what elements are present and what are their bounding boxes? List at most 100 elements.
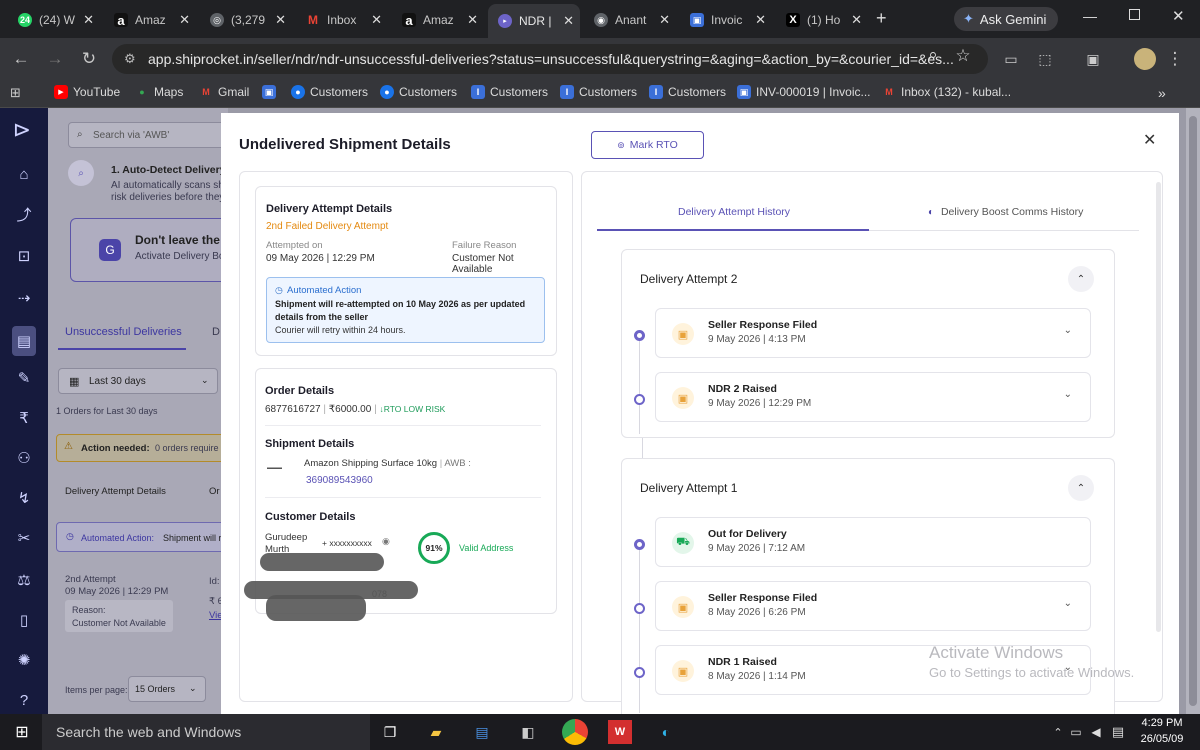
ask-gemini-button[interactable]: ✦ Ask Gemini xyxy=(954,7,1058,31)
scrollbar-thumb[interactable] xyxy=(1189,116,1197,706)
bookmark-invoice[interactable]: ▣ xyxy=(262,85,281,99)
home-icon[interactable]: ⌂ xyxy=(14,164,34,184)
bookmark-invoice[interactable]: ▣ INV-000019 | Invoic... xyxy=(737,85,871,99)
date-filter-dropdown[interactable]: ▦ Last 30 days ⌄ xyxy=(58,368,218,394)
tab-unsuccessful-deliveries[interactable]: Unsuccessful Deliveries xyxy=(65,326,182,338)
close-tab-icon[interactable]: ✕ xyxy=(851,12,862,28)
reload-icon[interactable]: ↻ xyxy=(78,48,100,70)
weight-icon[interactable]: ⚖ xyxy=(14,570,34,590)
extension-icon[interactable]: ▭ xyxy=(1000,48,1022,70)
chevron-down-icon[interactable]: ⌄ xyxy=(1064,389,1072,400)
forward-icon[interactable]: → xyxy=(44,48,66,70)
app-icon[interactable]: ▤ xyxy=(470,720,494,744)
maximize-icon[interactable] xyxy=(1129,9,1140,20)
app-icon[interactable]: ◧ xyxy=(516,720,540,744)
close-tab-icon[interactable]: ✕ xyxy=(371,12,382,28)
browser-tab[interactable]: ▣ Invoic ✕ xyxy=(680,6,772,34)
users-icon[interactable]: ⚇ xyxy=(14,448,34,468)
volume-icon[interactable]: ◀ xyxy=(1084,720,1108,744)
billing-icon[interactable]: ₹ xyxy=(14,408,34,428)
close-tab-icon[interactable]: ✕ xyxy=(275,12,286,28)
attempt-event[interactable]: ▣ Seller Response Filed 9 May 2026 | 4:1… xyxy=(655,308,1091,358)
ndr-icon[interactable]: ▤ xyxy=(12,326,36,356)
attempt-event[interactable]: ▣ Seller Response Filed 8 May 2026 | 6:2… xyxy=(655,581,1091,631)
close-modal-icon[interactable]: ✕ xyxy=(1143,130,1156,150)
close-tab-icon[interactable]: ✕ xyxy=(179,12,190,28)
help-icon[interactable]: ? xyxy=(14,690,34,710)
close-tab-icon[interactable]: ✕ xyxy=(467,12,478,28)
bookmark-inbox[interactable]: M Inbox (132) - kubal... xyxy=(882,85,1011,99)
bookmark-customers[interactable]: I Customers xyxy=(560,85,637,99)
bookmark-star-icon[interactable]: ☆ xyxy=(952,45,974,67)
browser-tab[interactable]: ◎ (3,279 ✕ xyxy=(200,6,292,34)
analytics-icon[interactable]: ⤴ xyxy=(14,204,34,224)
close-tab-icon[interactable]: ✕ xyxy=(755,12,766,28)
side-panel-icon[interactable]: ▣ xyxy=(1082,48,1104,70)
browser-tab[interactable]: a Amaz ✕ xyxy=(104,6,196,34)
browser-tab[interactable]: ◉ Anant ✕ xyxy=(584,6,676,34)
file-explorer-icon[interactable]: ▰ xyxy=(424,720,448,744)
clock-time[interactable]: 4:29 PM xyxy=(1136,717,1188,729)
scrollbar[interactable] xyxy=(1156,182,1161,632)
awb-link[interactable]: 369089543960 xyxy=(306,475,373,486)
browser-tab-active[interactable]: ▸ NDR | ✕ xyxy=(488,4,580,38)
shiprocket-logo-icon[interactable]: ⊳ xyxy=(12,117,32,142)
close-window-icon[interactable]: ✕ xyxy=(1172,7,1185,25)
page-scrollbar[interactable] xyxy=(1186,108,1200,714)
more-bookmarks-icon[interactable]: » xyxy=(1158,85,1166,101)
bookmark-customers[interactable]: ● Customers xyxy=(291,85,368,99)
bookmark-customers[interactable]: I Customers xyxy=(471,85,548,99)
windows-start-icon[interactable]: ⊞ xyxy=(10,720,34,744)
browser-tab[interactable]: 24 (24) W ✕ xyxy=(8,6,100,34)
bookmark-maps[interactable]: ● Maps xyxy=(135,85,183,99)
task-view-icon[interactable]: ❐ xyxy=(378,720,402,744)
tab-next[interactable]: D xyxy=(212,326,220,338)
url-field[interactable]: ⚙ app.shiprocket.in/seller/ndr/ndr-unsuc… xyxy=(112,44,988,74)
mark-rto-button[interactable]: ⊚ Mark RTO xyxy=(591,131,704,159)
wps-icon[interactable]: W xyxy=(608,720,632,744)
taskbar-search[interactable]: Search the web and Windows xyxy=(42,714,370,750)
browser-tab[interactable]: X (1) Ho ✕ xyxy=(776,6,868,34)
chrome-icon[interactable] xyxy=(562,719,588,745)
bookmark-youtube[interactable]: ▶ YouTube xyxy=(54,85,120,99)
new-tab-icon[interactable]: + xyxy=(876,8,887,29)
search-input[interactable]: ⌕ Search via 'AWB' xyxy=(68,122,228,148)
returns-icon[interactable]: ↯ xyxy=(14,488,34,508)
tools-icon[interactable]: ✎ xyxy=(14,368,34,388)
notifications-icon[interactable]: ▤ xyxy=(1106,720,1130,744)
back-icon[interactable]: ← xyxy=(10,48,32,70)
delivery-boost-banner[interactable]: G Don't leave the r Activate Delivery Bo xyxy=(70,218,240,282)
documents-icon[interactable]: ▯ xyxy=(14,610,34,630)
shipments-icon[interactable]: ⇢ xyxy=(14,288,34,308)
edge-icon[interactable]: ◐ xyxy=(654,720,678,744)
chevron-down-icon[interactable]: ⌄ xyxy=(1064,325,1072,336)
eye-icon[interactable]: ◉ xyxy=(382,536,390,547)
bookmark-gmail[interactable]: M Gmail xyxy=(199,85,249,99)
settings-icon[interactable]: ✺ xyxy=(14,650,34,670)
attempt-event[interactable]: ⛟ Out for Delivery 9 May 2026 | 7:12 AM xyxy=(655,517,1091,567)
puzzle-icon[interactable]: ⬚ xyxy=(1034,48,1056,70)
avatar[interactable] xyxy=(1134,48,1156,70)
site-settings-icon[interactable]: ⚙ xyxy=(124,51,136,67)
browser-tab[interactable]: a Amaz ✕ xyxy=(392,6,484,34)
chevron-down-icon[interactable]: ⌄ xyxy=(1064,598,1072,609)
minimize-icon[interactable]: — xyxy=(1083,8,1097,24)
items-per-page-select[interactable]: 15 Orders ⌄ xyxy=(128,676,206,702)
clock-date[interactable]: 26/05/09 xyxy=(1136,733,1188,745)
settings-tools-icon[interactable]: ✂ xyxy=(14,528,34,548)
collapse-chevron-up-icon[interactable]: ⌃ xyxy=(1068,475,1094,501)
zoom-icon[interactable]: ⌕ xyxy=(922,44,944,66)
cart-icon[interactable]: ⊡ xyxy=(14,246,34,266)
browser-tab[interactable]: M Inbox ✕ xyxy=(296,6,388,34)
bookmark-customers[interactable]: I Customers xyxy=(649,85,726,99)
menu-icon[interactable]: ⋮ xyxy=(1164,48,1186,70)
bookmark-customers[interactable]: ● Customers xyxy=(380,85,457,99)
attempt-event[interactable]: ▣ NDR 2 Raised 9 May 2026 | 12:29 PM ⌄ xyxy=(655,372,1091,422)
close-tab-icon[interactable]: ✕ xyxy=(659,12,670,28)
tab-delivery-boost-comms[interactable]: ◐ Delivery Boost Comms History xyxy=(928,206,1083,218)
tab-delivery-attempt-history[interactable]: Delivery Attempt History xyxy=(678,206,790,218)
collapse-chevron-up-icon[interactable]: ⌃ xyxy=(1068,266,1094,292)
apps-icon[interactable]: ⊞ xyxy=(10,85,21,101)
close-tab-icon[interactable]: ✕ xyxy=(83,12,94,28)
close-tab-icon[interactable]: ✕ xyxy=(563,13,574,29)
